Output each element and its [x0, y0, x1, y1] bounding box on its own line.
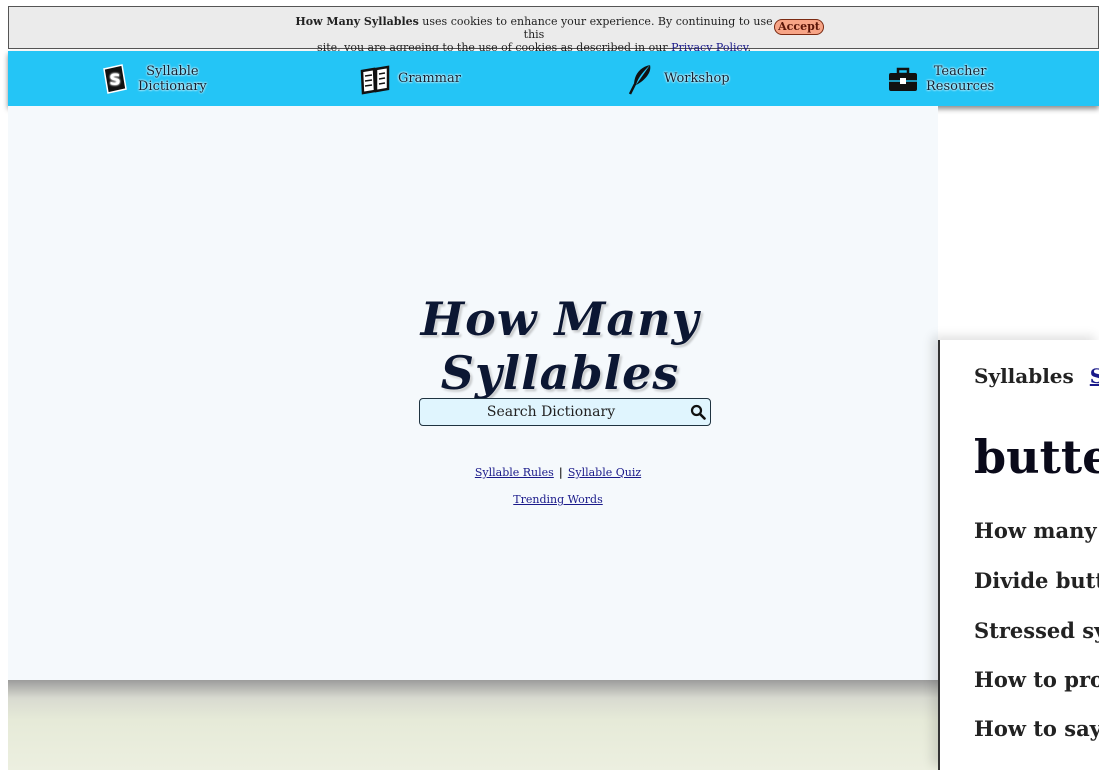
link-separator: |: [558, 466, 563, 479]
tab-second[interactable]: Sy: [1090, 364, 1099, 388]
links-row-1: Syllable Rules | Syllable Quiz: [440, 466, 676, 480]
nav-label-line1: Workshop: [664, 71, 730, 86]
panel-question: Stressed sy: [974, 618, 1099, 643]
cookie-text-1: uses cookies to enhance your experience.…: [418, 15, 773, 41]
nav-label-line2: Resources: [926, 78, 995, 94]
word-panel: Syllables Sy butte How many Divide butt S…: [938, 340, 1099, 770]
tab-syllables[interactable]: Syllables: [974, 364, 1074, 388]
search-input[interactable]: [420, 399, 682, 425]
main-nav: S Syllable Dictionary Grammar Workshop T…: [8, 51, 1099, 106]
nav-item-workshop[interactable]: Workshop: [626, 51, 730, 106]
panel-question: How to say: [974, 716, 1099, 741]
nav-label: Grammar: [398, 71, 461, 86]
footer-band: [8, 680, 938, 770]
syllable-rules-link[interactable]: Syllable Rules: [475, 466, 554, 479]
nav-label-line1: Teacher: [933, 63, 987, 79]
svg-text:S: S: [109, 70, 121, 89]
hero-links: Syllable Rules | Syllable Quiz Trending Wo…: [440, 466, 676, 507]
search-icon[interactable]: [690, 404, 706, 420]
nav-item-teacher-resources[interactable]: Teacher Resources: [888, 51, 994, 106]
briefcase-icon: [889, 67, 917, 91]
nav-item-syllable-dictionary[interactable]: S Syllable Dictionary: [100, 51, 207, 106]
cookie-banner: How Many Syllables uses cookies to enhan…: [8, 6, 1099, 54]
nav-item-grammar[interactable]: Grammar: [360, 51, 461, 106]
nav-label-line1: Syllable: [146, 63, 199, 79]
trending-words-link[interactable]: Trending Words: [513, 493, 603, 506]
nav-label: Workshop: [664, 71, 730, 86]
links-row-2: Trending Words: [440, 493, 676, 507]
search-box: [419, 398, 711, 426]
accept-cookies-button[interactable]: Accept: [774, 19, 824, 35]
panel-word-heading: butte: [974, 430, 1099, 484]
open-book-icon: [360, 65, 390, 94]
panel-tabs: Syllables Sy: [974, 364, 1099, 388]
panel-question: How to pro: [974, 667, 1099, 692]
panel-question: Divide butt: [974, 568, 1099, 593]
quill-feather-icon: [628, 64, 651, 95]
cookie-brand: How Many Syllables: [295, 15, 419, 28]
cookie-message: How Many Syllables uses cookies to enhan…: [295, 15, 773, 54]
nav-label-line2: Dictionary: [138, 78, 207, 94]
syllable-quiz-link[interactable]: Syllable Quiz: [568, 466, 641, 479]
nav-label: Syllable Dictionary: [138, 64, 207, 94]
nav-label-line1: Grammar: [398, 71, 461, 86]
site-logo: How Many Syllables: [420, 292, 700, 400]
nav-label: Teacher Resources: [926, 64, 994, 94]
panel-question: How many: [974, 518, 1097, 543]
syllable-s-icon: S: [103, 63, 127, 94]
